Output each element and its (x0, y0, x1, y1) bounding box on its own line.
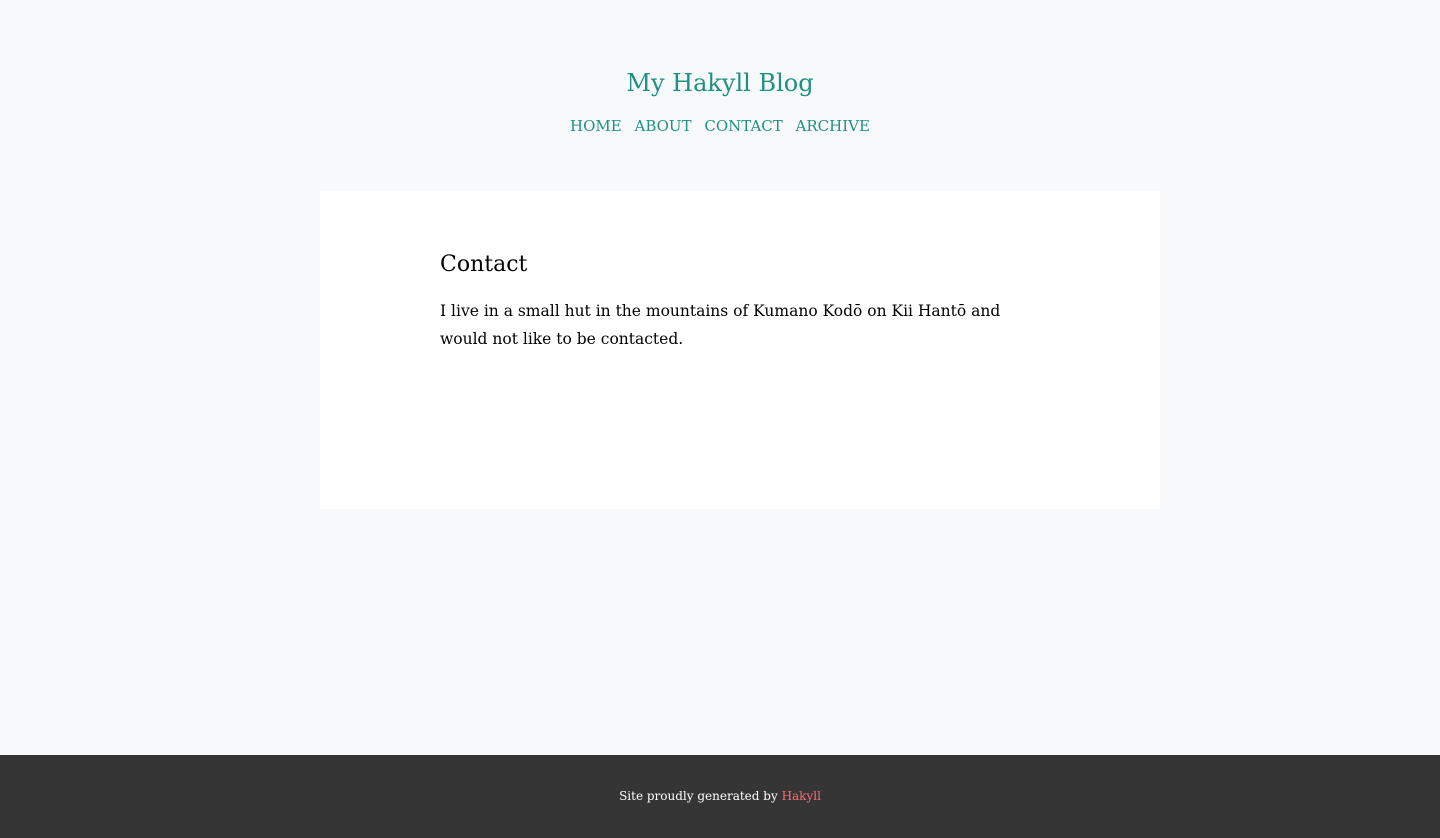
main-nav: Home About Contact Archive (0, 116, 1440, 136)
footer-hakyll-link[interactable]: Hakyll (782, 789, 821, 803)
nav-link-about[interactable]: About (635, 117, 692, 135)
footer-text: Site proudly generated by (619, 789, 782, 803)
site-footer: Site proudly generated by Hakyll (0, 755, 1440, 838)
page-title: Contact (440, 252, 528, 277)
site-title-link[interactable]: My Hakyll Blog (626, 66, 813, 100)
nav-link-home[interactable]: Home (570, 117, 622, 135)
nav-link-archive[interactable]: Archive (796, 117, 870, 135)
site-header: My Hakyll Blog Home About Contact Archiv… (0, 0, 1440, 136)
content-card: Contact I live in a small hut in the mou… (320, 191, 1160, 509)
nav-link-contact[interactable]: Contact (704, 117, 782, 135)
page-body-text: I live in a small hut in the mountains o… (440, 302, 1001, 348)
